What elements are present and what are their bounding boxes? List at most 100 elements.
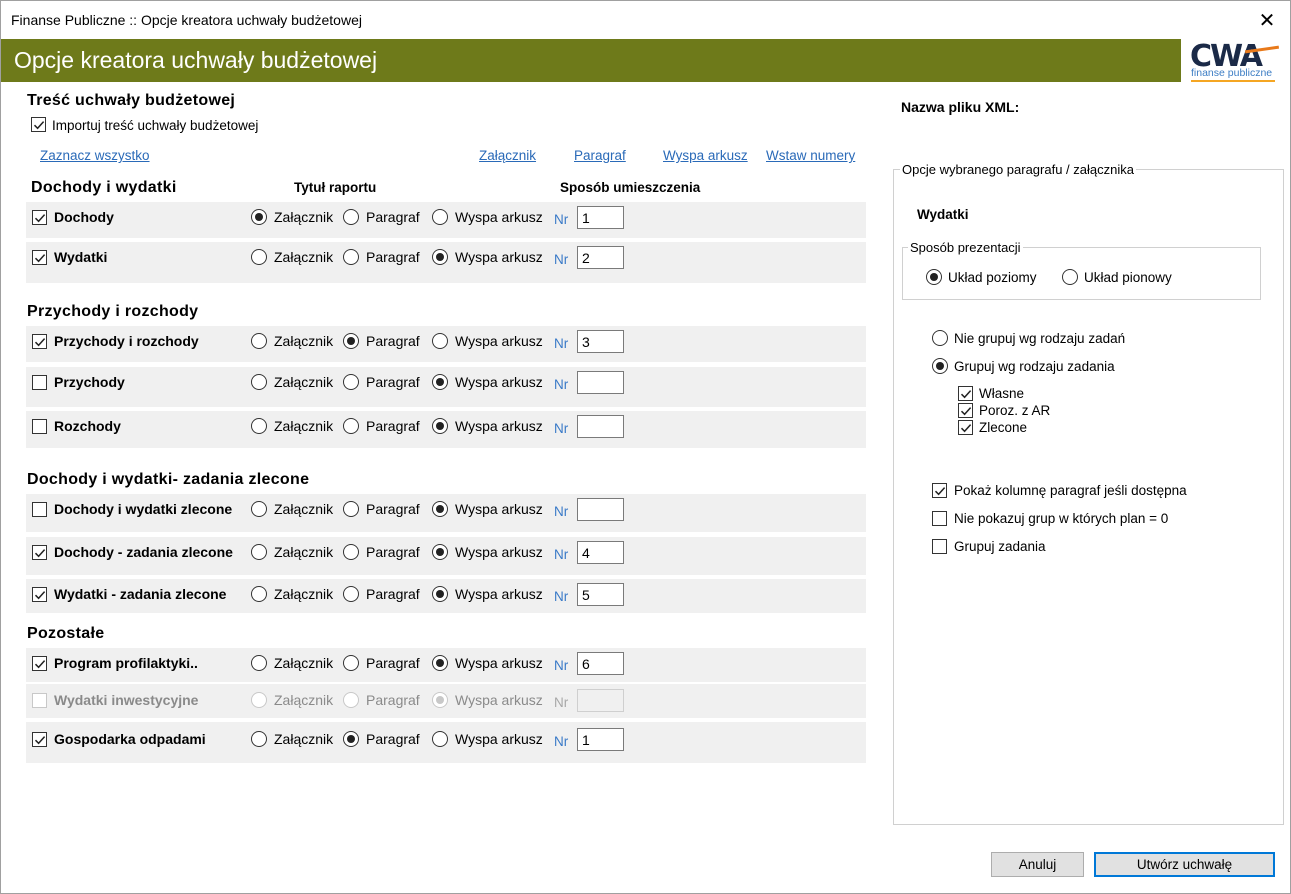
placement-attachment-radio[interactable] [251, 544, 267, 560]
task-own-checkbox[interactable] [958, 386, 973, 401]
set-all-paragraph-link[interactable]: Paragraf [574, 148, 626, 163]
import-content-checkbox[interactable] [31, 117, 46, 132]
placement-island-radio[interactable] [432, 731, 448, 747]
placement-paragraph-radio[interactable] [343, 374, 359, 390]
report-number-input[interactable] [577, 498, 624, 521]
report-number-input[interactable] [577, 206, 624, 229]
insert-numbers-link[interactable]: Wstaw numery [766, 148, 855, 163]
group-tasks-checkbox[interactable] [932, 539, 947, 554]
report-row-label: Wydatki inwestycyjne [54, 692, 199, 708]
placement-attachment-label: Załącznik [274, 374, 334, 390]
number-label: Nr [554, 336, 569, 351]
report-title-header: Tytuł raportu [294, 180, 377, 195]
placement-attachment-radio[interactable] [251, 333, 267, 349]
task-commissioned-checkbox[interactable] [958, 420, 973, 435]
no-group-radio[interactable] [932, 330, 948, 346]
placement-paragraph-radio[interactable] [343, 544, 359, 560]
placement-paragraph-radio[interactable] [343, 586, 359, 602]
placement-island-radio[interactable] [432, 209, 448, 225]
select-all-link[interactable]: Zaznacz wszystko [40, 148, 150, 163]
placement-island-radio[interactable] [432, 655, 448, 671]
placement-island-radio[interactable] [432, 374, 448, 390]
placement-paragraph-radio[interactable] [343, 501, 359, 517]
placement-island-radio[interactable] [432, 501, 448, 517]
number-label: Nr [554, 252, 569, 267]
report-row-label: Wydatki - zadania zlecone [54, 586, 227, 602]
set-all-island-link[interactable]: Wyspa arkusz [663, 148, 748, 163]
hide-zero-label: Nie pokazuj grup w których plan = 0 [954, 511, 1169, 526]
number-label: Nr [554, 504, 569, 519]
placement-paragraph-radio[interactable] [343, 209, 359, 225]
report-number-input[interactable] [577, 371, 624, 394]
placement-attachment-radio[interactable] [251, 374, 267, 390]
placement-attachment-radio[interactable] [251, 731, 267, 747]
placement-paragraph-radio[interactable] [343, 655, 359, 671]
report-row-checkbox[interactable] [32, 732, 47, 747]
placement-attachment-radio[interactable] [251, 209, 267, 225]
placement-attachment-radio[interactable] [251, 501, 267, 517]
report-row-checkbox[interactable] [32, 419, 47, 434]
report-row-checkbox[interactable] [32, 375, 47, 390]
close-icon[interactable]: ✕ [1244, 1, 1290, 39]
report-row-checkbox[interactable] [32, 656, 47, 671]
placement-island-radio[interactable] [432, 249, 448, 265]
task-commissioned-label: Zlecone [979, 420, 1028, 435]
number-label: Nr [554, 212, 569, 227]
header-banner: Opcje kreatora uchwały budżetowej [1, 39, 1181, 82]
placement-island-label: Wyspa arkusz [455, 333, 543, 349]
placement-attachment-label: Załącznik [274, 501, 334, 517]
content-heading: Treść uchwały budżetowej [27, 92, 236, 109]
report-number-input[interactable] [577, 415, 624, 438]
group-tasks-label: Grupuj zadania [954, 539, 1046, 554]
section-title: Dochody i wydatki [31, 179, 177, 196]
placement-paragraph-radio[interactable] [343, 418, 359, 434]
report-number-input[interactable] [577, 541, 624, 564]
report-row-checkbox[interactable] [32, 250, 47, 265]
placement-paragraph-label: Paragraf [366, 209, 420, 225]
report-number-input[interactable] [577, 246, 624, 269]
placement-island-radio[interactable] [432, 586, 448, 602]
placement-attachment-radio[interactable] [251, 655, 267, 671]
placement-island-label: Wyspa arkusz [455, 692, 543, 708]
layout-horizontal-radio[interactable] [926, 269, 942, 285]
set-all-attachment-link[interactable]: Załącznik [479, 148, 536, 163]
report-row-label: Dochody - zadania zlecone [54, 544, 233, 560]
report-number-input[interactable] [577, 583, 624, 606]
no-group-label: Nie grupuj wg rodzaju zadań [954, 331, 1126, 346]
placement-paragraph-radio[interactable] [343, 333, 359, 349]
placement-attachment-label: Załącznik [274, 249, 334, 265]
placement-paragraph-label: Paragraf [366, 544, 420, 560]
report-row-checkbox[interactable] [32, 545, 47, 560]
task-ar-checkbox[interactable] [958, 403, 973, 418]
placement-attachment-radio[interactable] [251, 249, 267, 265]
placement-island-radio[interactable] [432, 333, 448, 349]
group-by-type-radio[interactable] [932, 358, 948, 374]
placement-attachment-radio[interactable] [251, 418, 267, 434]
section-title: Przychody i rozchody [27, 303, 199, 320]
layout-vertical-label: Układ pionowy [1084, 270, 1172, 285]
placement-paragraph-label: Paragraf [366, 374, 420, 390]
placement-paragraph-label: Paragraf [366, 692, 420, 708]
placement-island-radio[interactable] [432, 418, 448, 434]
report-number-input[interactable] [577, 330, 624, 353]
section-title: Pozostałe [27, 625, 105, 642]
placement-paragraph-radio[interactable] [343, 249, 359, 265]
create-resolution-button[interactable]: Utwórz uchwałę [1094, 852, 1275, 877]
placement-paragraph-radio[interactable] [343, 731, 359, 747]
hide-zero-checkbox[interactable] [932, 511, 947, 526]
report-number-input[interactable] [577, 728, 624, 751]
report-number-input[interactable] [577, 652, 624, 675]
layout-vertical-radio[interactable] [1062, 269, 1078, 285]
placement-island-label: Wyspa arkusz [455, 655, 543, 671]
cancel-button[interactable]: Anuluj [991, 852, 1084, 877]
report-row [26, 242, 866, 283]
report-row-checkbox[interactable] [32, 334, 47, 349]
report-row-checkbox[interactable] [32, 502, 47, 517]
placement-attachment-radio[interactable] [251, 586, 267, 602]
report-row-checkbox[interactable] [32, 587, 47, 602]
show-paragraph-checkbox[interactable] [932, 483, 947, 498]
report-row-checkbox[interactable] [32, 210, 47, 225]
placement-island-radio[interactable] [432, 544, 448, 560]
placement-paragraph-label: Paragraf [366, 655, 420, 671]
logo-underline [1191, 80, 1275, 82]
